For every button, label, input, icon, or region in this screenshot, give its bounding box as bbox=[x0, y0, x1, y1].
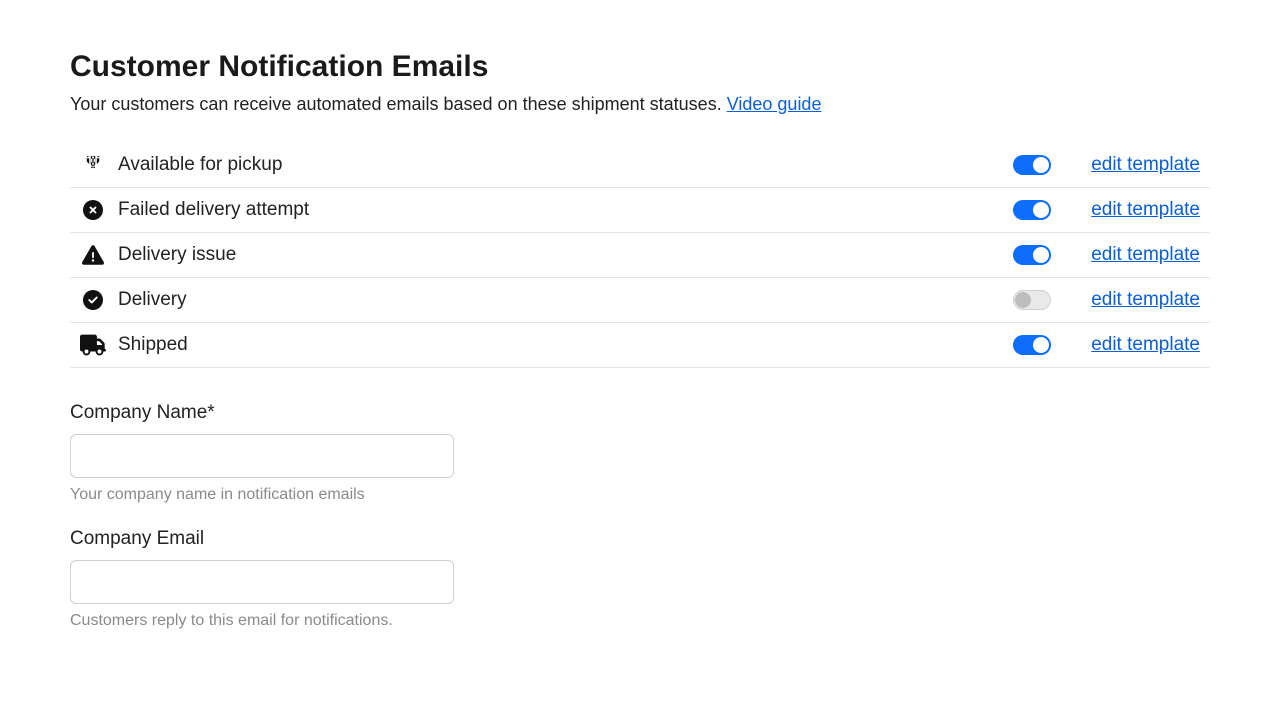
row-available-for-pickup: Available for pickup edit template bbox=[70, 143, 1210, 187]
notification-emails-page: Customer Notification Emails Your custom… bbox=[0, 0, 1280, 694]
row-failed-delivery-attempt: Failed delivery attempt edit template bbox=[70, 187, 1210, 232]
toggle-failed-delivery-attempt[interactable] bbox=[1013, 200, 1051, 220]
circle-check-icon bbox=[80, 287, 106, 313]
edit-template-link[interactable]: edit template bbox=[1091, 289, 1200, 311]
row-label: Delivery issue bbox=[118, 244, 1013, 266]
row-label: Failed delivery attempt bbox=[118, 199, 1013, 221]
hands-icon bbox=[80, 152, 106, 178]
row-label: Shipped bbox=[118, 334, 1013, 356]
circle-x-icon bbox=[80, 197, 106, 223]
company-name-field-group: Company Name* Your company name in notif… bbox=[70, 402, 454, 504]
form-section: Company Name* Your company name in notif… bbox=[70, 402, 1210, 630]
row-delivery-issue: Delivery issue edit template bbox=[70, 232, 1210, 277]
company-name-input[interactable] bbox=[70, 434, 454, 478]
toggle-shipped[interactable] bbox=[1013, 335, 1051, 355]
toggle-delivery-issue[interactable] bbox=[1013, 245, 1051, 265]
notification-rows: Available for pickup edit template Faile… bbox=[70, 143, 1210, 368]
truck-icon bbox=[80, 332, 106, 358]
company-email-input[interactable] bbox=[70, 560, 454, 604]
company-name-help: Your company name in notification emails bbox=[70, 486, 454, 504]
company-email-field-group: Company Email Customers reply to this em… bbox=[70, 528, 454, 630]
toggle-delivery[interactable] bbox=[1013, 290, 1051, 310]
triangle-exclamation-icon bbox=[80, 242, 106, 268]
company-name-label: Company Name* bbox=[70, 402, 454, 424]
row-delivery: Delivery edit template bbox=[70, 277, 1210, 322]
page-subtitle: Your customers can receive automated ema… bbox=[70, 94, 1210, 115]
page-title: Customer Notification Emails bbox=[70, 50, 1210, 84]
edit-template-link[interactable]: edit template bbox=[1091, 244, 1200, 266]
row-label: Delivery bbox=[118, 289, 1013, 311]
subtitle-text: Your customers can receive automated ema… bbox=[70, 94, 727, 114]
video-guide-link[interactable]: Video guide bbox=[727, 94, 822, 114]
edit-template-link[interactable]: edit template bbox=[1091, 199, 1200, 221]
edit-template-link[interactable]: edit template bbox=[1091, 154, 1200, 176]
edit-template-link[interactable]: edit template bbox=[1091, 334, 1200, 356]
row-shipped: Shipped edit template bbox=[70, 322, 1210, 367]
toggle-available-for-pickup[interactable] bbox=[1013, 155, 1051, 175]
row-label: Available for pickup bbox=[118, 154, 1013, 176]
company-email-label: Company Email bbox=[70, 528, 454, 550]
company-email-help: Customers reply to this email for notifi… bbox=[70, 612, 454, 630]
